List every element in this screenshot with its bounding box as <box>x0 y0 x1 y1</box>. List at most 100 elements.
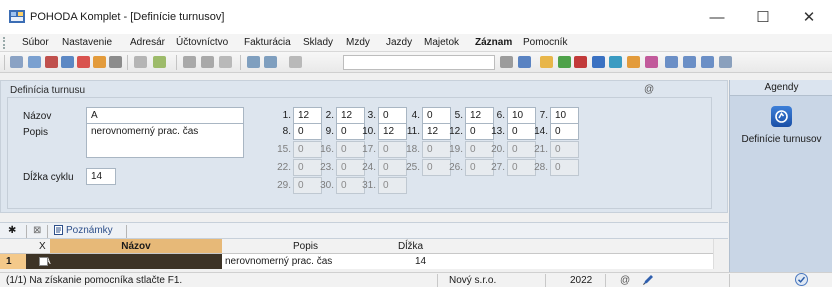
status-pen-icon[interactable] <box>642 273 654 287</box>
back-arrow-icon[interactable] <box>183 56 196 68</box>
day-number: 28. <box>534 162 548 173</box>
day-number: 29. <box>277 180 291 191</box>
forward-arrow-icon[interactable] <box>201 56 214 68</box>
status-check-icon[interactable] <box>795 273 808 287</box>
toolbar-search-combo[interactable] <box>343 55 495 70</box>
agendy-item-turnus-definitions[interactable]: Definície turnusov <box>730 134 832 145</box>
status-at-icon[interactable]: @ <box>620 275 630 286</box>
excel-icon[interactable] <box>609 56 622 68</box>
day-number: 21. <box>534 144 548 155</box>
table-row[interactable]: 1 A nerovnomerný prac. čas 14 <box>0 254 728 269</box>
menu-sklady[interactable]: Sklady <box>303 37 333 48</box>
day-number: 3. <box>367 110 376 121</box>
day-number: 23. <box>320 162 334 173</box>
column-length[interactable]: Dĺžka <box>398 241 423 252</box>
day-number: 8. <box>282 126 291 137</box>
toolbar-separator <box>240 55 241 70</box>
day-hours-input[interactable]: 0 <box>378 177 407 194</box>
day-number: 16. <box>320 144 334 155</box>
row-name-cell[interactable]: A <box>26 254 222 269</box>
maximize-button[interactable]: ☐ <box>740 0 786 34</box>
notes-icon <box>54 225 63 239</box>
new-document-icon[interactable] <box>134 56 147 68</box>
status-separator <box>605 274 606 287</box>
help-icon[interactable] <box>719 56 732 68</box>
refresh-icon[interactable] <box>558 56 571 68</box>
menu-nastavenie[interactable]: Nastavenie <box>62 37 112 48</box>
menu-pomocnik[interactable]: Pomocník <box>523 37 567 48</box>
folder-icon[interactable] <box>540 56 553 68</box>
day-number: 12. <box>449 126 463 137</box>
day-number: 13. <box>491 126 505 137</box>
table-header: X Názov Popis Dĺžka <box>0 239 728 254</box>
day-number: 22. <box>277 162 291 173</box>
remove-icon[interactable] <box>219 56 232 68</box>
status-bar: (1/1) Na získanie pomocníka stlačte F1. … <box>0 272 832 287</box>
printer-settings-icon[interactable] <box>109 56 122 68</box>
contacts-icon[interactable] <box>627 56 640 68</box>
print-preview-icon[interactable] <box>61 56 74 68</box>
column-x[interactable]: X <box>39 241 46 252</box>
minimize-button[interactable]: — <box>694 0 740 34</box>
at-icon[interactable]: @ <box>644 84 654 95</box>
day-number: 1. <box>282 110 291 121</box>
pdf-icon[interactable] <box>77 56 90 68</box>
title-bar: POHODA Komplet - [Definície turnusov] — … <box>0 0 832 34</box>
menu-majetok[interactable]: Majetok <box>424 37 459 48</box>
day-number: 26. <box>449 162 463 173</box>
day-number: 31. <box>362 180 376 191</box>
toolbar-grip <box>4 55 5 70</box>
menu-fakturacia[interactable]: Fakturácia <box>244 37 291 48</box>
table-scrollbar[interactable] <box>713 239 728 269</box>
bank-icon[interactable] <box>645 56 658 68</box>
menu-jazdy[interactable]: Jazdy <box>386 37 412 48</box>
new-tab-star-icon[interactable]: ✱ <box>8 225 16 239</box>
section-title: Definícia turnusu <box>10 85 86 96</box>
view-form-icon[interactable] <box>701 56 714 68</box>
view-table-icon[interactable] <box>683 56 696 68</box>
desc-input[interactable]: nerovnomerný prac. čas <box>86 123 244 158</box>
day-number: 7. <box>539 110 548 121</box>
day-number: 10. <box>362 126 376 137</box>
tab-separator <box>26 225 27 238</box>
filter-icon[interactable] <box>518 56 531 68</box>
day-hours-input[interactable]: 0 <box>550 159 579 176</box>
dropdown-arrow-icon[interactable] <box>500 56 513 68</box>
report-icon[interactable] <box>93 56 106 68</box>
turnus-definitions-icon[interactable] <box>771 106 792 127</box>
row-checkbox[interactable] <box>39 257 48 266</box>
print-icon[interactable] <box>45 56 58 68</box>
day-number: 9. <box>325 126 334 137</box>
new-record-icon[interactable] <box>28 56 41 68</box>
menu-zaznam[interactable]: Záznam <box>475 37 512 48</box>
status-company: Nový s.r.o. <box>449 275 497 286</box>
first-record-icon[interactable] <box>247 56 260 68</box>
day-hours-input[interactable]: 0 <box>550 123 579 140</box>
tab-notes[interactable]: Poznámky <box>66 225 113 239</box>
day-number: 15. <box>277 144 291 155</box>
close-button[interactable]: ✕ <box>786 0 832 34</box>
menu-subor[interactable]: Súbor <box>22 37 49 48</box>
calendar-icon[interactable] <box>592 56 605 68</box>
day-hours-input[interactable]: 0 <box>550 141 579 158</box>
previous-record-icon[interactable] <box>264 56 277 68</box>
day-hours-input[interactable]: 10 <box>550 107 579 124</box>
toolbar <box>0 52 832 73</box>
edit-icon[interactable] <box>153 56 166 68</box>
filter-tab-icon[interactable]: ⊠ <box>33 225 41 239</box>
menu-mzdy[interactable]: Mzdy <box>346 37 370 48</box>
web-icon[interactable] <box>574 56 587 68</box>
view-list-icon[interactable] <box>665 56 678 68</box>
day-number: 27. <box>491 162 505 173</box>
tab-separator <box>126 225 127 238</box>
menu-adresar[interactable]: Adresár <box>130 37 165 48</box>
name-input[interactable]: A <box>86 107 244 124</box>
menu-uctovnictvo[interactable]: Účtovníctvo <box>176 37 228 48</box>
column-name[interactable]: Názov <box>50 239 222 253</box>
day-number: 25. <box>406 162 420 173</box>
cycle-length-input[interactable]: 14 <box>86 168 116 185</box>
copy-icon[interactable] <box>289 56 302 68</box>
agenda-icon[interactable] <box>10 56 23 68</box>
day-number: 11. <box>406 126 420 137</box>
column-desc[interactable]: Popis <box>293 241 318 252</box>
